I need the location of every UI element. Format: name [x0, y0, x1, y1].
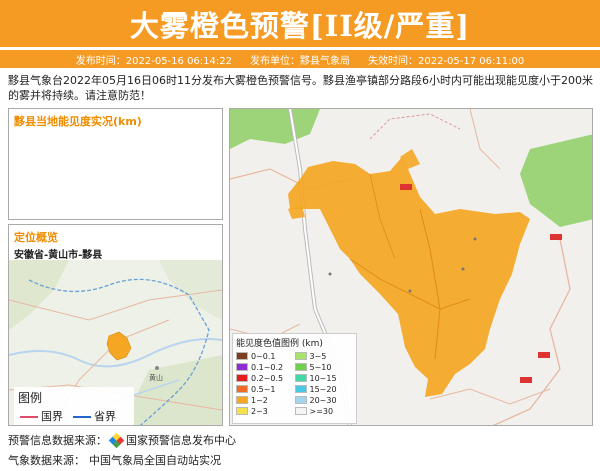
- visibility-legend-item: 3~5: [294, 351, 354, 361]
- warning-title: 大雾橙色预警[II级/严重]: [129, 8, 471, 43]
- warning-header: 大雾橙色预警[II级/严重]: [0, 0, 600, 47]
- country-border-label: 国界: [41, 410, 63, 423]
- warning-description: 黟县气象台2022年05月16日06时11分发布大雾橙色预警信号。黟县渔亭镇部分…: [8, 74, 593, 102]
- visibility-legend-item: 0.5~1: [236, 384, 295, 394]
- warning-source-line: 预警信息数据来源： 国家预警信息发布中心: [8, 432, 236, 448]
- warning-source-label: 预警信息数据来源：: [8, 434, 107, 447]
- visibility-legend-label: 2~3: [251, 406, 268, 416]
- visibility-legend-item: 1~2: [236, 395, 295, 405]
- province-border-label: 省界: [94, 410, 116, 423]
- visibility-legend-swatch: [294, 352, 307, 360]
- visibility-legend-item: 5~10: [294, 362, 354, 372]
- visibility-color-legend: 能见度色值图例 (km) 0~0.1 3~5 0.1~0.2 5~10 0.2~0.5 1…: [232, 333, 357, 424]
- map-legend: 图例 国界 省界: [14, 387, 134, 425]
- publisher: 发布单位：黟县气象局: [250, 55, 350, 67]
- visibility-legend-item: 0.1~0.2: [236, 362, 295, 372]
- warning-source-value: 国家预警信息发布中心: [126, 434, 236, 447]
- map-legend-title: 图例: [18, 391, 43, 405]
- visibility-legend-swatch: [294, 385, 307, 393]
- visibility-legend-label: 1~2: [251, 395, 268, 405]
- visibility-legend-label: >=30: [309, 406, 334, 416]
- visibility-legend-item: >=30: [294, 406, 354, 416]
- visibility-legend-title: 能见度色值图例 (km): [236, 339, 323, 349]
- visibility-legend-swatch: [236, 407, 248, 415]
- visibility-legend-label: 0.5~1: [251, 384, 276, 394]
- weather-source-line: 气象数据来源： 中国气象局全国自动站实况: [8, 452, 221, 468]
- visibility-legend-label: 3~5: [309, 351, 327, 361]
- visibility-legend-label: 0~0.1: [251, 351, 276, 361]
- visibility-legend-swatch: [236, 396, 248, 404]
- visibility-legend-label: 10~15: [309, 373, 337, 383]
- province-border-swatch: [73, 416, 91, 418]
- warning-meta-bar: 发布时间：2022-05-16 06:14:22 发布单位：黟县气象局 失效时间…: [0, 50, 600, 68]
- expire-time: 失效时间：2022-05-17 06:11:00: [368, 55, 525, 67]
- warning-center-logo-icon: [108, 432, 125, 448]
- visibility-legend-label: 15~20: [309, 384, 337, 394]
- visibility-panel: 黟县当地能见度实况(km): [8, 108, 223, 220]
- visibility-legend-swatch: [236, 352, 248, 360]
- location-panel: 定位概览 安徽省-黄山市-黟县 黄山 图例 国界 省界: [8, 224, 223, 426]
- weather-source-value: 中国气象局全国自动站实况: [89, 454, 221, 467]
- visibility-legend-swatch: [294, 374, 307, 382]
- country-border-item: 国界: [20, 408, 63, 424]
- visibility-legend-label: 20~30: [309, 395, 337, 405]
- visibility-legend-label: 0.1~0.2: [251, 362, 284, 372]
- visibility-legend-item: 2~3: [236, 406, 295, 416]
- weather-source-label: 气象数据来源：: [8, 454, 85, 467]
- visibility-legend-grid: 0~0.1 3~5 0.1~0.2 5~10 0.2~0.5 10~15 0.5~1 15~2…: [233, 351, 356, 416]
- visibility-panel-title: 黟县当地能见度实况(km): [14, 115, 142, 128]
- visibility-legend-swatch: [294, 396, 307, 404]
- location-panel-title: 定位概览: [14, 231, 58, 244]
- visibility-legend-swatch: [236, 385, 248, 393]
- visibility-legend-item: 20~30: [294, 395, 354, 405]
- visibility-legend-swatch: [294, 363, 307, 371]
- visibility-legend-label: 0.2~0.5: [251, 373, 284, 383]
- visibility-legend-label: 5~10: [309, 362, 332, 372]
- visibility-legend-item: 15~20: [294, 384, 354, 394]
- visibility-legend-item: 0~0.1: [236, 351, 295, 361]
- visibility-legend-item: 0.2~0.5: [236, 373, 295, 383]
- visibility-legend-swatch: [294, 407, 307, 415]
- visibility-legend-swatch: [236, 374, 248, 382]
- map-label-huangshan: 黄山: [149, 373, 163, 382]
- province-border-item: 省界: [73, 408, 116, 424]
- country-border-swatch: [20, 416, 38, 418]
- visibility-legend-item: 10~15: [294, 373, 354, 383]
- publish-time: 发布时间：2022-05-16 06:14:22: [75, 55, 232, 67]
- visibility-legend-swatch: [236, 363, 248, 371]
